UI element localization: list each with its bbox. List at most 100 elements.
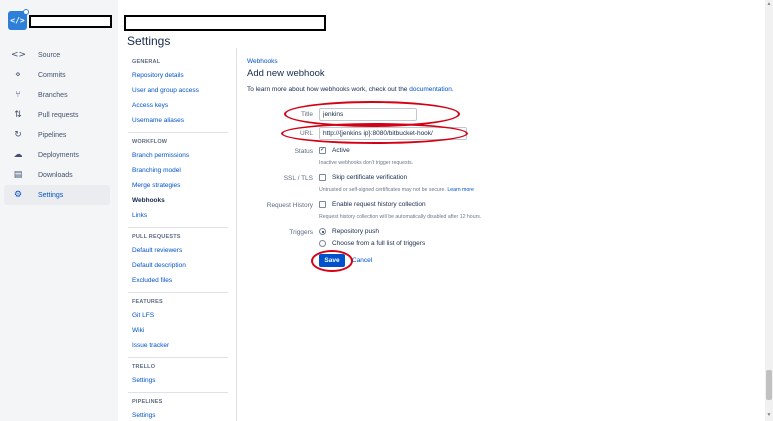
nav-item-branches[interactable]: ⑂ Branches [4,85,110,105]
status-active-checkbox[interactable]: ✓ Active [319,147,350,154]
request-history-checkbox[interactable]: Enable request history collection [319,201,426,208]
ssl-label: SSL / TLS [283,175,313,182]
nav-item-label: Downloads [38,171,73,179]
nav-item-commits[interactable]: ⋄ Commits [4,65,110,85]
status-help-text: Inactive webhooks don't trigger requests… [319,160,414,166]
source-icon: <> [11,50,27,60]
learn-more-link[interactable]: Learn more [447,187,474,193]
sidebar-link-branch-permissions[interactable]: Branch permissions [132,148,228,163]
sidebar-section-general: GENERAL Repository details User and grou… [128,50,228,133]
trigger-choose-list-radio[interactable]: Choose from a full list of triggers [319,240,425,247]
nav-list: <> Source ⋄ Commits ⑂ Branches ⇅ Pull re… [4,45,110,205]
sidebar-link-links[interactable]: Links [132,208,228,223]
pull-requests-icon: ⇅ [14,110,22,120]
nav-item-settings[interactable]: ⚙ Settings [4,185,110,205]
sidebar-link-git-lfs[interactable]: Git LFS [132,308,228,323]
sidebar-link-merge-strategies[interactable]: Merge strategies [132,178,228,193]
sidebar-link-issue-tracker[interactable]: Issue tracker [132,338,228,353]
history-option-label: Enable request history collection [332,201,426,208]
sidebar-link-username-aliases[interactable]: Username aliases [132,113,228,128]
history-help-text: Request history collection will be autom… [319,214,482,220]
status-option-label: Active [332,147,350,154]
ssl-help-sentence: Untrusted or self-signed certificates ma… [319,187,446,193]
sidebar-section-title: PULL REQUESTS [132,234,181,240]
title-input[interactable] [319,108,417,121]
checkbox-empty-icon [319,201,326,208]
nav-item-downloads[interactable]: ▤ Downloads [4,165,110,185]
sidebar-link-default-description[interactable]: Default description [132,258,228,273]
pipelines-icon: ↻ [14,130,22,140]
cancel-link[interactable]: Cancel [352,257,372,264]
branches-icon: ⑂ [15,90,21,100]
deployments-icon: ☁ [13,150,23,160]
sidebar-section-features: FEATURES Git LFS Wiki Issue tracker [128,293,228,358]
sidebar-link-access-keys[interactable]: Access keys [132,98,228,113]
scroll-up-icon[interactable]: ▲ [766,1,772,7]
sidebar-section-title: TRELLO [132,364,156,370]
sidebar-section-pull-requests: PULL REQUESTS Default reviewers Default … [128,228,228,293]
sidebar-link-webhooks[interactable]: Webhooks [132,193,228,208]
nav-item-label: Deployments [38,151,79,159]
skip-cert-checkbox[interactable]: Skip certificate verification [319,174,407,181]
scroll-down-icon[interactable]: ▼ [766,412,772,418]
vertical-scrollbar[interactable]: ▲ ▼ [765,0,773,421]
url-input[interactable] [319,127,467,140]
sidebar-link-default-reviewers[interactable]: Default reviewers [132,243,228,258]
save-button[interactable]: Save [319,254,345,267]
app-frame: </> <> Source ⋄ Commits ⑂ Branches ⇅ Pul… [0,0,773,421]
webhook-form: Webhooks Add new webhook To learn more a… [247,0,767,421]
downloads-icon: ▤ [13,170,23,180]
intro-period: . [451,86,454,93]
triggers-label: Triggers [289,229,313,236]
sidebar-section-title: FEATURES [132,299,163,305]
trigger-repository-push-radio[interactable]: Repository push [319,228,379,235]
sidebar-link-pipelines-settings[interactable]: Settings [132,408,228,421]
title-label: Title [300,111,313,118]
ssl-option-label: Skip certificate verification [332,174,408,181]
nav-item-label: Settings [38,191,64,199]
redacted-repository-name [29,15,112,28]
sidebar-link-excluded-files[interactable]: Excluded files [132,273,228,288]
sidebar-link-trello-settings[interactable]: Settings [132,373,228,388]
radio-empty-icon [319,240,326,247]
documentation-link[interactable]: documentation [409,86,452,93]
commits-icon: ⋄ [15,70,21,80]
nav-item-source[interactable]: <> Source [4,45,110,65]
sidebar-section-workflow: WORKFLOW Branch permissions Branching mo… [128,133,228,228]
trigger-choose-label: Choose from a full list of triggers [332,240,426,247]
nav-item-label: Pull requests [38,111,79,119]
trigger-push-label: Repository push [332,228,379,235]
nav-item-label: Source [38,51,61,59]
page-title: Settings [127,34,171,48]
nav-item-label: Branches [38,91,68,99]
settings-sidebar: GENERAL Repository details User and grou… [128,50,228,421]
nav-item-pipelines[interactable]: ↻ Pipelines [4,125,110,145]
nav-item-deployments[interactable]: ☁ Deployments [4,145,110,165]
sidebar-link-repository-details[interactable]: Repository details [132,68,228,83]
sidebar-divider [236,48,237,421]
sidebar-section-title: GENERAL [132,59,161,65]
url-label: URL [299,130,313,137]
sidebar-section-pipelines: PIPELINES Settings [128,393,228,421]
form-heading: Add new webhook [247,68,325,79]
ssl-help-text: Untrusted or self-signed certificates ma… [319,187,474,193]
checkmark-icon: ✓ [319,147,326,154]
nav-item-label: Commits [38,71,66,79]
radio-selected-icon [319,228,326,235]
sidebar-link-wiki[interactable]: Wiki [132,323,228,338]
sidebar-section-trello: TRELLO Settings [128,358,228,393]
sidebar-link-branching-model[interactable]: Branching model [132,163,228,178]
checkbox-empty-icon [319,174,326,181]
intro-sentence: To learn more about how webhooks work, c… [247,86,408,93]
sidebar-section-title: PIPELINES [132,399,163,405]
nav-item-label: Pipelines [38,131,67,139]
intro-text: To learn more about how webhooks work, c… [247,86,454,93]
scroll-thumb[interactable] [766,370,772,400]
left-navigation: </> <> Source ⋄ Commits ⑂ Branches ⇅ Pul… [0,0,118,421]
status-label: Status [294,148,313,155]
breadcrumb-webhooks[interactable]: Webhooks [247,58,278,65]
nav-item-pull-requests[interactable]: ⇅ Pull requests [4,105,110,125]
sidebar-link-user-group-access[interactable]: User and group access [132,83,228,98]
settings-icon: ⚙ [13,190,23,200]
request-history-label: Request History [266,202,313,209]
